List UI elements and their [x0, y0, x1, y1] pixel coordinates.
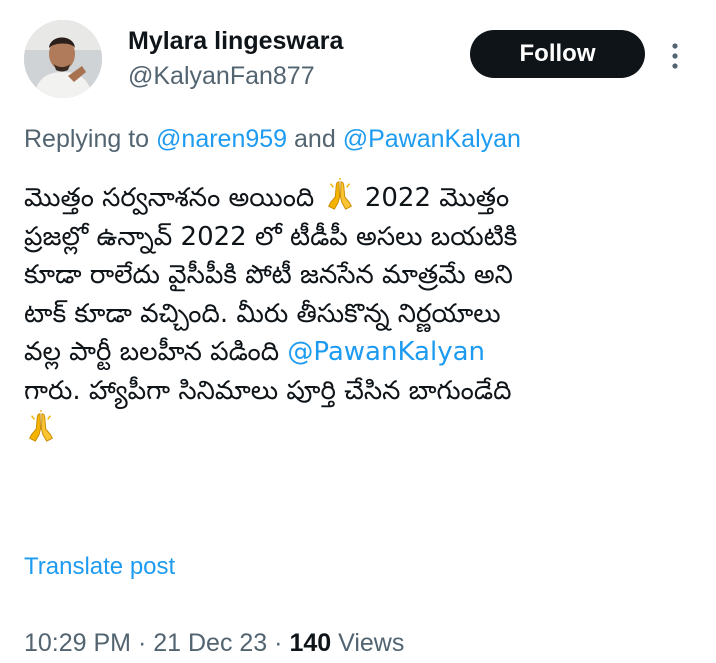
views-label: Views [338, 629, 405, 657]
follow-button[interactable]: Follow [470, 30, 645, 78]
post-line-2: ప్రజల్లో ఉన్నావ్ 2022 లో టీడీపీ అసలు బయట… [24, 221, 518, 252]
avatar[interactable] [24, 20, 102, 98]
reply-mention-pawankalyan[interactable]: @PawanKalyan [343, 125, 521, 153]
post-meta: 10:29 PM · 21 Dec 23 · 140 Views [24, 627, 404, 659]
views-count: 140 [289, 629, 332, 657]
post-line-emoji [24, 410, 694, 450]
folded-hands-emoji-icon [24, 410, 58, 444]
replying-to-line: Replying to @naren959 and @PawanKalyan [24, 123, 521, 155]
replying-to-label: Replying to [24, 125, 150, 153]
profile-photo-icon [24, 20, 102, 98]
post-date[interactable]: 21 Dec 23 [153, 629, 267, 657]
more-vertical-icon[interactable] [664, 36, 686, 76]
author-display-name[interactable]: Mylara lingeswara [128, 26, 343, 56]
author-handle[interactable]: @KalyanFan877 [128, 61, 315, 91]
reply-mention-naren959[interactable]: @naren959 [156, 125, 287, 153]
post-line: వల్ల పార్టీ బలహీన పడింది @PawanKalyan [24, 333, 694, 372]
post-line-4: టాక్ కూడా వచ్చింది. మీరు తీసుకొన్న నిర్ణ… [24, 298, 501, 329]
post-line-1-tail: 2022 మొత్తం [364, 183, 510, 213]
post-line-1: మొత్తం సర్వనాశనం అయింది [24, 183, 315, 213]
post-line-3: కూడా రాలేదు వైసీపీకి పోటీ జనసేన మాత్రమే … [24, 260, 513, 290]
post-line: మొత్తం సర్వనాశనం అయింది 2022 మొత్తం [24, 178, 694, 218]
translate-post-link[interactable]: Translate post [24, 552, 175, 582]
meta-separator: · [137, 629, 147, 657]
post-mention-pawankalyan[interactable]: @PawanKalyan [287, 337, 485, 367]
post-time[interactable]: 10:29 PM [24, 629, 131, 657]
post-line-5: వల్ల పార్టీ బలహీన పడింది [24, 337, 280, 367]
replying-to-conjunction: and [294, 125, 336, 153]
meta-separator: · [274, 629, 283, 657]
folded-hands-emoji-icon [323, 178, 357, 212]
post-text: మొత్తం సర్వనాశనం అయింది 2022 మొత్తం ప్రజ… [24, 178, 694, 450]
post-line-6: గారు. హ్యాపీగా సినిమాలు పూర్తి చేసిన బాగ… [24, 375, 512, 406]
